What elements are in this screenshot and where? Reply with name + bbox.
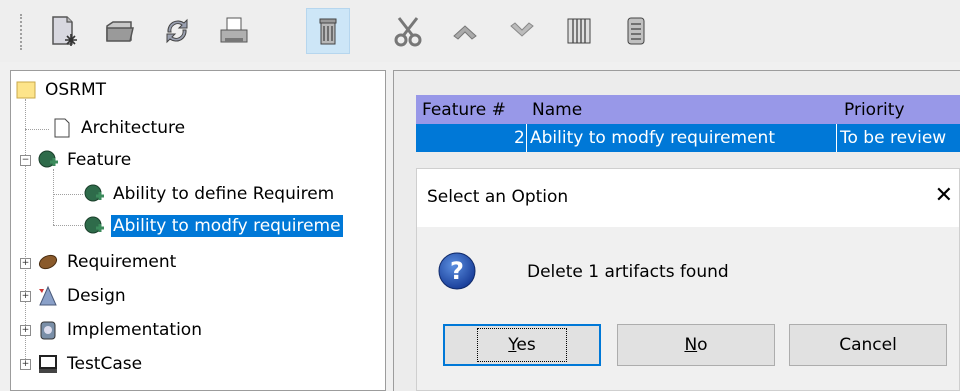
tree-node-label: Design bbox=[67, 286, 126, 306]
tree-node-architecture[interactable]: Architecture bbox=[51, 115, 187, 141]
cancel-button-label: Cancel bbox=[839, 335, 897, 355]
globe-feature-icon bbox=[83, 183, 105, 205]
scroll-button[interactable] bbox=[614, 8, 658, 54]
document-icon bbox=[51, 117, 73, 139]
tree-node-label: Ability to modfy requireme bbox=[111, 215, 343, 237]
no-button[interactable]: No bbox=[617, 324, 775, 366]
svg-text:?: ? bbox=[450, 257, 464, 285]
table-header: Feature # Name Priority bbox=[416, 95, 960, 124]
expand-toggle[interactable]: + bbox=[20, 291, 31, 302]
column-divider bbox=[836, 124, 837, 152]
close-icon[interactable]: ✕ bbox=[935, 185, 953, 207]
delete-button[interactable] bbox=[306, 8, 350, 54]
requirement-icon bbox=[37, 251, 59, 273]
open-button[interactable] bbox=[98, 8, 142, 54]
tree-node-feature-child-selected[interactable]: Ability to modfy requireme bbox=[83, 213, 343, 239]
tree-node-feature[interactable]: Feature bbox=[37, 147, 133, 173]
toolbar-grip[interactable] bbox=[20, 14, 24, 50]
folder-icon bbox=[15, 79, 37, 101]
tree-node-implementation[interactable]: Implementation bbox=[37, 317, 204, 343]
column-header-feature-number[interactable]: Feature # bbox=[422, 100, 506, 120]
move-up-icon bbox=[453, 25, 477, 40]
refresh-button[interactable] bbox=[155, 8, 199, 54]
tree-connector bbox=[53, 194, 83, 195]
print-icon bbox=[220, 17, 248, 43]
tree-connector bbox=[53, 225, 83, 226]
cell-priority: To be review bbox=[840, 128, 947, 148]
new-document-icon bbox=[52, 16, 77, 46]
tree-node-label: Requirement bbox=[67, 252, 177, 272]
expand-toggle[interactable]: + bbox=[20, 325, 31, 336]
collapse-toggle[interactable]: − bbox=[20, 155, 31, 166]
columns-button[interactable] bbox=[557, 8, 601, 54]
new-document-button[interactable] bbox=[40, 8, 84, 54]
tree-node-design[interactable]: Design bbox=[37, 283, 128, 309]
cell-feature-number: 2 bbox=[514, 128, 525, 148]
delete-icon bbox=[319, 18, 337, 45]
cut-button[interactable] bbox=[386, 8, 430, 54]
confirm-dialog: Select an Option ✕ ? Delete 1 artifacts … bbox=[416, 168, 960, 391]
computer-icon bbox=[37, 353, 59, 375]
tree-node-label: Feature bbox=[67, 150, 132, 170]
expand-toggle[interactable]: + bbox=[20, 359, 31, 370]
no-button-label: No bbox=[684, 335, 708, 355]
tree-node-requirement[interactable]: Requirement bbox=[37, 249, 178, 275]
toolbar bbox=[0, 0, 960, 62]
tree-node-label: Architecture bbox=[81, 118, 186, 138]
tree-connector bbox=[53, 169, 54, 225]
tree-node-feature-child[interactable]: Ability to define Requirem bbox=[83, 181, 336, 207]
column-divider bbox=[526, 124, 527, 152]
cancel-button[interactable]: Cancel bbox=[789, 324, 947, 366]
tree-node-label: Ability to define Requirem bbox=[113, 184, 335, 204]
scroll-icon bbox=[627, 17, 645, 45]
globe-feature-icon bbox=[83, 215, 105, 237]
tree-node-label: TestCase bbox=[67, 354, 143, 374]
expand-toggle[interactable]: + bbox=[20, 258, 31, 269]
design-icon bbox=[37, 285, 59, 307]
tree-node-testcase[interactable]: TestCase bbox=[37, 351, 144, 377]
dialog-title: Select an Option bbox=[427, 187, 569, 207]
yes-button-label: Yes bbox=[477, 328, 567, 362]
tree-node-label: OSRMT bbox=[45, 80, 107, 100]
question-icon: ? bbox=[438, 252, 476, 290]
cut-icon bbox=[394, 17, 422, 47]
open-folder-icon bbox=[106, 21, 134, 42]
column-header-name[interactable]: Name bbox=[532, 100, 582, 120]
move-down-icon bbox=[510, 22, 534, 37]
table-row[interactable]: 2 Ability to modfy requirement To be rev… bbox=[416, 124, 960, 152]
tree-connector bbox=[25, 129, 49, 130]
artifact-tree[interactable]: OSRMT Architecture − Feature Ability to … bbox=[10, 70, 386, 391]
print-button[interactable] bbox=[212, 8, 256, 54]
column-header-priority[interactable]: Priority bbox=[844, 100, 905, 120]
tree-node-root[interactable]: OSRMT bbox=[15, 77, 108, 103]
yes-button[interactable]: Yes bbox=[443, 324, 601, 366]
tree-node-label: Implementation bbox=[67, 320, 202, 340]
move-up-button[interactable] bbox=[443, 8, 487, 54]
implementation-icon bbox=[37, 319, 59, 341]
columns-icon bbox=[567, 18, 591, 44]
dialog-title-bar[interactable]: Select an Option ✕ bbox=[417, 169, 959, 227]
globe-feature-icon bbox=[37, 149, 59, 171]
refresh-icon bbox=[166, 18, 188, 44]
dialog-message: Delete 1 artifacts found bbox=[527, 262, 729, 282]
cell-name: Ability to modfy requirement bbox=[530, 128, 775, 148]
move-down-button[interactable] bbox=[500, 8, 544, 54]
